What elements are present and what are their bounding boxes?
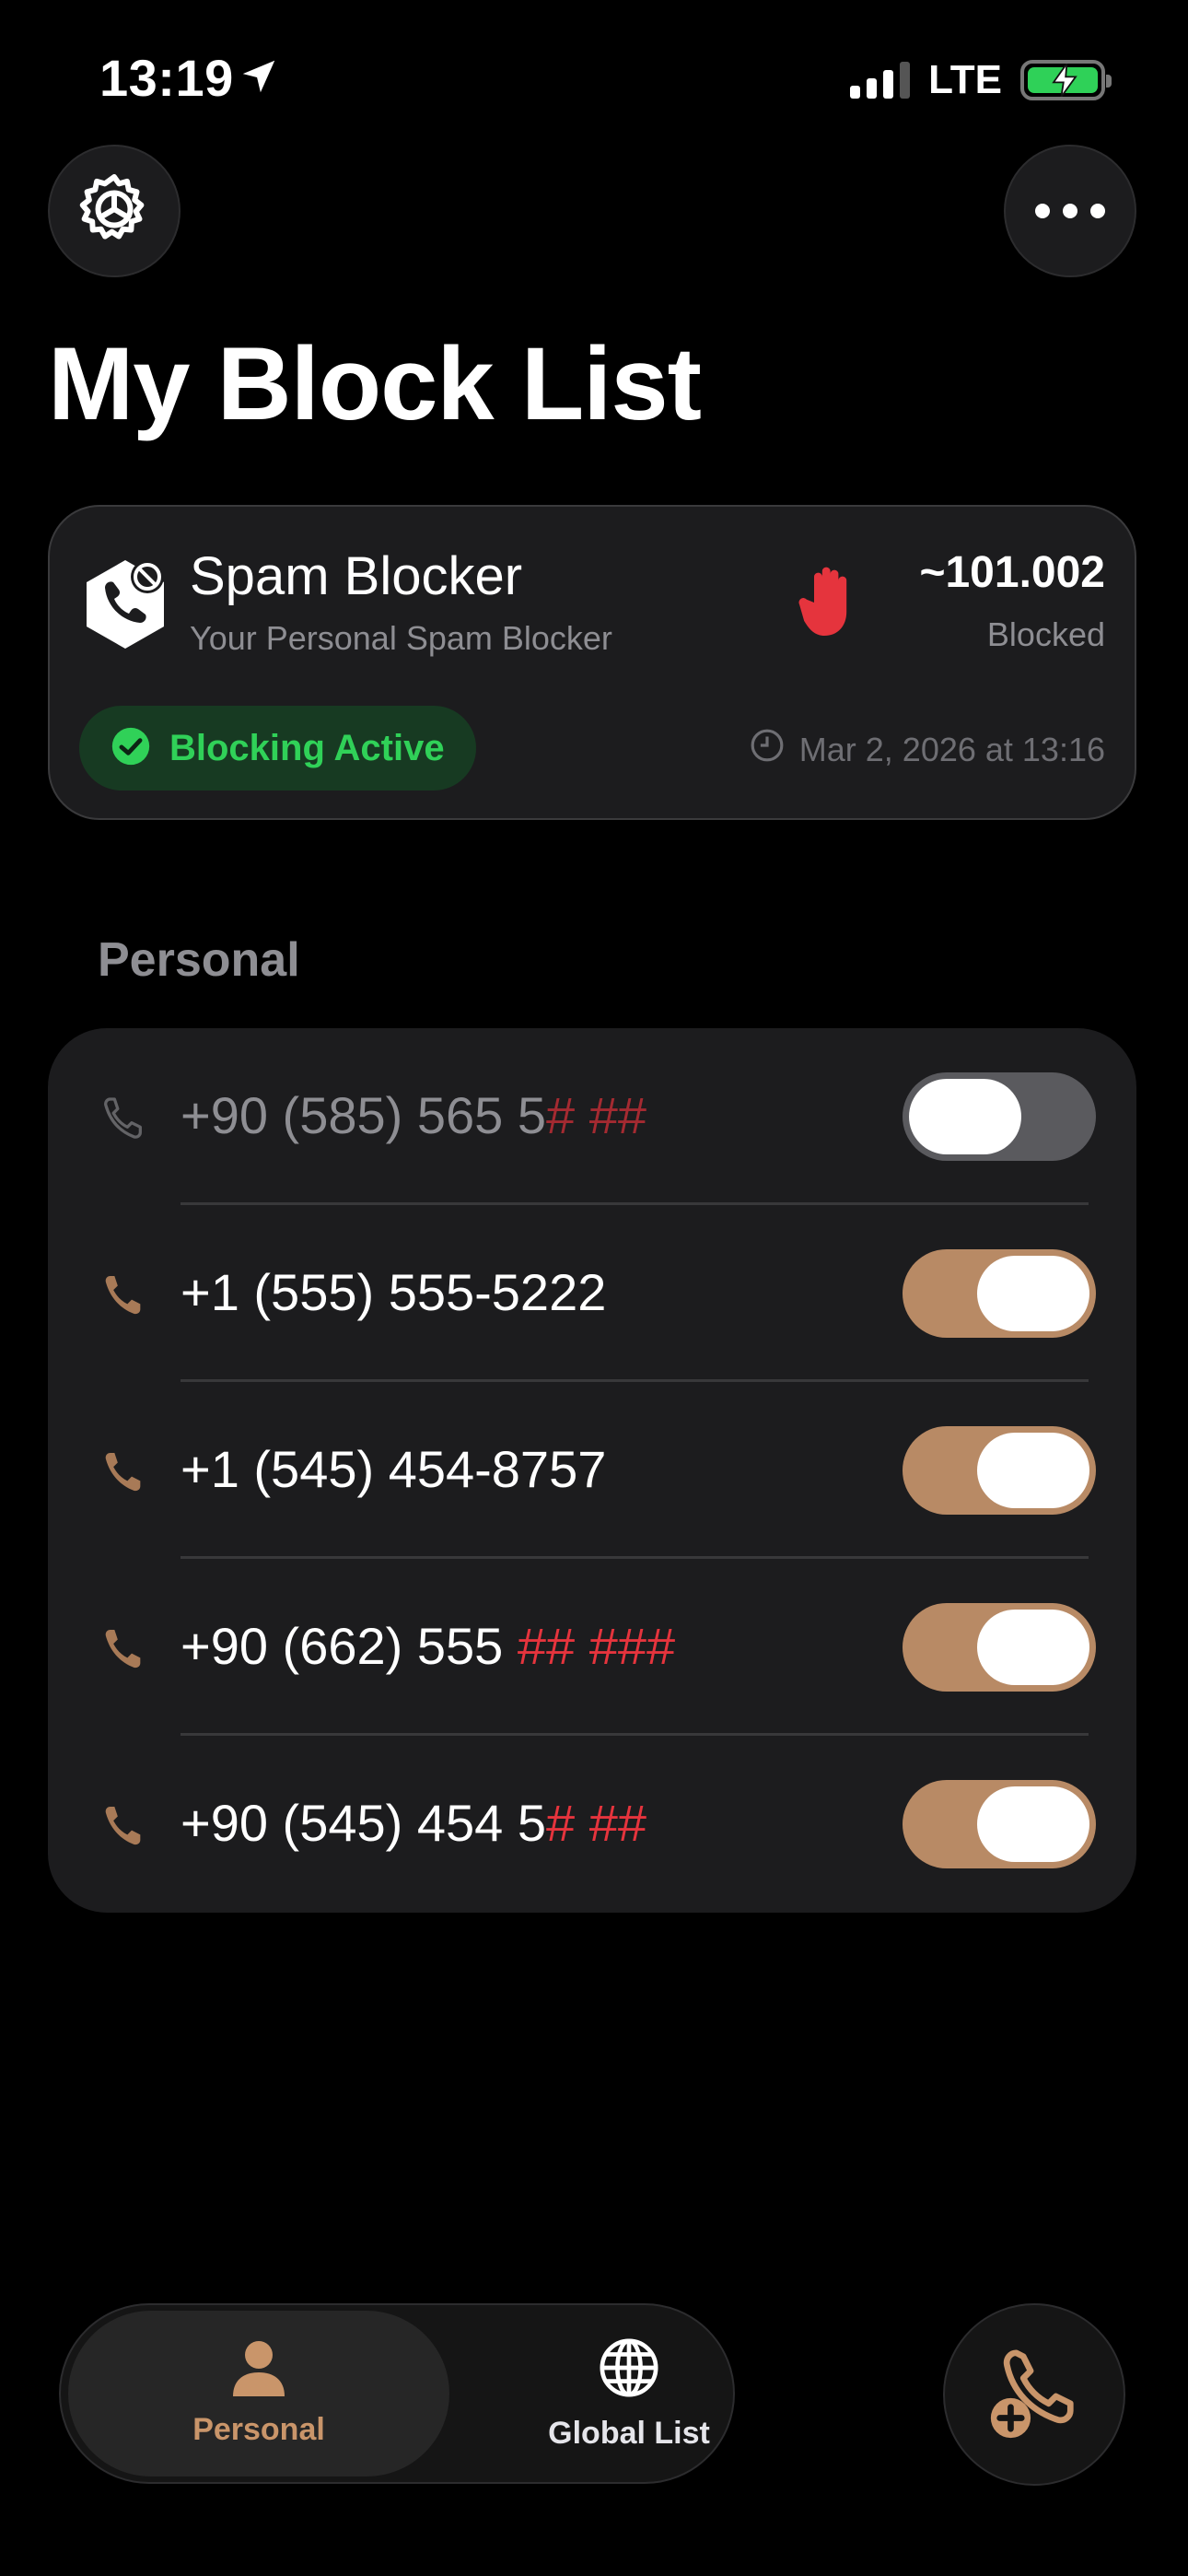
last-update-timestamp: Mar 2, 2026 at 13:16 [750,728,1105,771]
check-circle-icon [111,726,151,771]
blocking-status-badge: Blocking Active [79,706,476,790]
page-title: My Block List [48,326,702,441]
network-label: LTE [928,57,1002,102]
spam-blocker-logo-icon [77,556,173,657]
block-toggle[interactable] [903,1072,1096,1161]
list-item[interactable]: +90 (545) 454 5# ## [48,1736,1136,1913]
settings-button[interactable] [48,145,181,277]
card-title: Spam Blocker [190,546,523,606]
clock-icon [750,728,785,771]
spam-blocker-card[interactable]: Spam Blocker Your Personal Spam Blocker … [48,505,1136,820]
phone-number: +90 (585) 565 5# ## [181,1085,646,1145]
number-prefix: +90 (662) 555 [181,1617,518,1675]
block-toggle[interactable] [903,1249,1096,1338]
globe-icon [597,2336,661,2405]
phone-number: +90 (545) 454 5# ## [181,1793,646,1853]
timestamp-text: Mar 2, 2026 at 13:16 [798,730,1105,768]
status-bar: 13:19 LTE [0,0,1188,157]
number-prefix: +1 (555) 555-5222 [181,1263,607,1321]
blocked-count: ~101.002 [919,548,1105,597]
battery-icon [1020,60,1112,100]
block-toggle[interactable] [903,1780,1096,1868]
more-dots-icon [1035,204,1105,218]
tab-label: Global List [548,2416,710,2451]
list-item[interactable]: +90 (662) 555 ## ### [48,1559,1136,1736]
block-toggle[interactable] [903,1603,1096,1692]
tab-label: Personal [192,2412,325,2447]
location-arrow-icon [238,55,280,102]
phone-outline-icon [99,1093,151,1149]
list-item[interactable]: +1 (555) 555-5222 [48,1205,1136,1382]
block-toggle[interactable] [903,1426,1096,1515]
phone-number: +1 (545) 454-8757 [181,1439,606,1499]
number-masked: # ## [545,1086,646,1144]
number-prefix: +90 (585) 565 5 [181,1086,546,1144]
number-masked: # ## [545,1794,646,1852]
person-icon [229,2339,288,2401]
section-label: Personal [98,933,300,987]
number-prefix: +1 (545) 454-8757 [181,1440,607,1498]
phone-icon [99,1446,151,1503]
add-number-button[interactable] [943,2303,1125,2486]
more-button[interactable] [1004,145,1136,277]
phone-icon [99,1623,151,1680]
list-item[interactable]: +1 (545) 454-8757 [48,1382,1136,1559]
phone-number: +1 (555) 555-5222 [181,1262,606,1322]
tab-global-list[interactable]: Global List [438,2311,820,2476]
gear-icon [76,170,153,252]
phone-icon [99,1800,151,1856]
blocked-label: Blocked [986,615,1105,653]
add-phone-icon [984,2342,1085,2448]
status-time: 13:19 [99,49,234,107]
screen: 13:19 LTE My Block List Spam Blocker You… [0,0,1188,2576]
number-prefix: +90 (545) 454 5 [181,1794,546,1852]
tab-bar: Personal Global List [59,2303,735,2484]
stop-hand-icon [798,562,860,644]
card-subtitle: Your Personal Spam Blocker [190,619,612,657]
list-item[interactable]: +90 (585) 565 5# ## [48,1028,1136,1205]
personal-block-list: +90 (585) 565 5# ## +1 (555) 555-5222 +1… [48,1028,1136,1913]
blocking-status-label: Blocking Active [169,727,445,768]
tab-personal[interactable]: Personal [68,2311,449,2476]
status-indicators: LTE [850,57,1112,103]
signal-icon [850,62,911,99]
phone-icon [99,1270,151,1326]
phone-number: +90 (662) 555 ## ### [181,1616,675,1676]
number-masked: ## ### [517,1617,676,1675]
